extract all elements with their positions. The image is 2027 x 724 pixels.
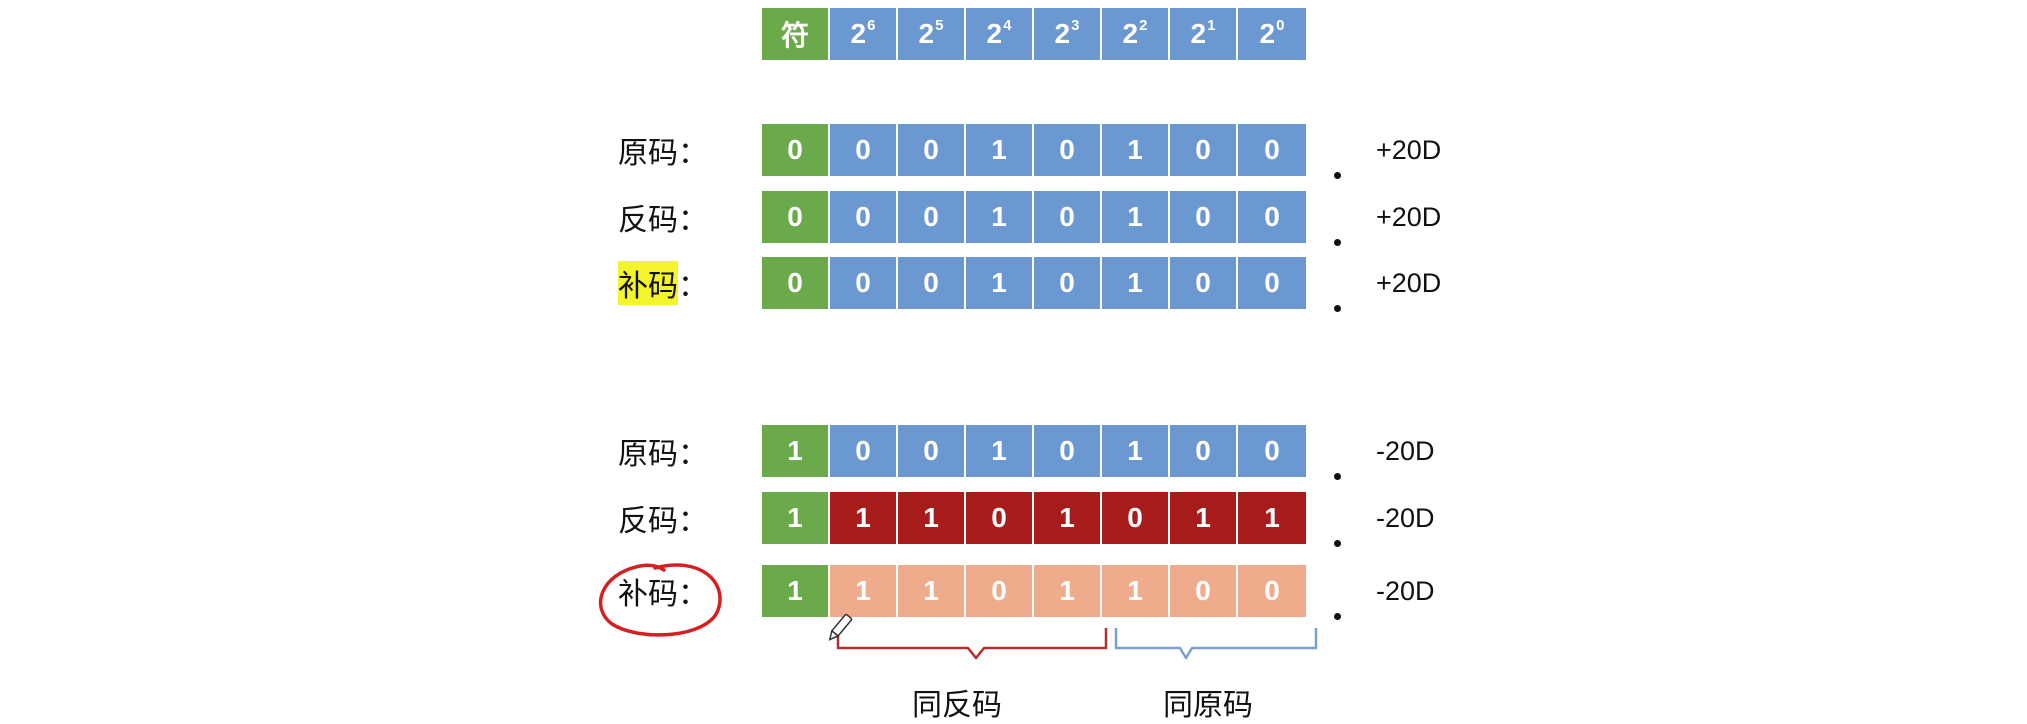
bracket-same-as-original [1114,628,1318,660]
circle-annotation [598,563,722,637]
caption-same-as-ones-complement: 同反码 [912,688,1002,723]
caption-same-as-original: 同原码 [1163,688,1253,723]
bracket-same-as-ones-complement [836,628,1108,660]
annotation-overlay [598,563,1318,660]
pencil-cursor-icon [828,613,853,641]
